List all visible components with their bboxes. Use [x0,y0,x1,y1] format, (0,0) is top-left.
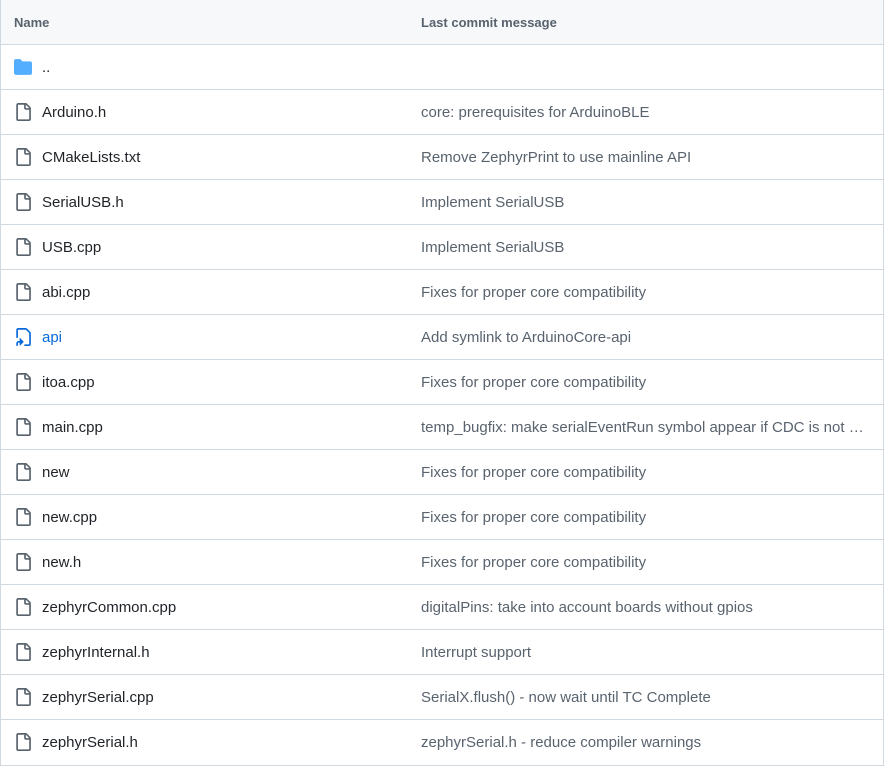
file-icon [14,688,32,706]
file-icon [14,373,32,391]
table-header: Name Last commit message [1,0,883,45]
commit-message-link[interactable]: Fixes for proper core compatibility [421,509,866,526]
file-row[interactable]: zephyrSerial.cpp SerialX.flush() - now wa… [1,675,883,720]
file-name-link[interactable]: zephyrSerial.h [42,734,138,751]
commit-message-link[interactable]: Implement SerialUSB [421,239,866,256]
file-name-link[interactable]: Arduino.h [42,104,106,121]
commit-message-link[interactable]: Interrupt support [421,644,866,661]
commit-message-link[interactable]: SerialX.flush() - now wait until TC Comp… [421,689,866,706]
file-row[interactable]: Arduino.h core: prerequisites for Arduino… [1,90,883,135]
commit-message-link[interactable]: Fixes for proper core compatibility [421,284,866,301]
file-row[interactable]: CMakeLists.txt Remove ZephyrPrint to use … [1,135,883,180]
parent-directory-row[interactable]: .. [1,45,883,90]
file-row[interactable]: zephyrCommon.cpp digitalPins: take into a… [1,585,883,630]
commit-message-link[interactable]: zephyrSerial.h - reduce compiler warning… [421,734,866,751]
file-icon [14,103,32,121]
commit-message-link[interactable]: Implement SerialUSB [421,194,866,211]
file-name-link[interactable]: CMakeLists.txt [42,149,140,166]
file-row[interactable]: main.cpp temp_bugfix: make serialEventRun… [1,405,883,450]
file-name-link[interactable]: USB.cpp [42,239,101,256]
commit-message-link[interactable]: Add symlink to ArduinoCore-api [421,329,866,346]
file-name-link[interactable]: zephyrCommon.cpp [42,599,176,616]
file-name-link[interactable]: api [42,329,62,346]
file-row[interactable]: itoa.cpp Fixes for proper core compatibil… [1,360,883,405]
file-row[interactable]: zephyrSerial.h zephyrSerial.h - reduce co… [1,720,883,765]
file-icon [14,463,32,481]
file-row[interactable]: zephyrInternal.h Interrupt support [1,630,883,675]
commit-message-link[interactable]: Fixes for proper core compatibility [421,554,866,571]
file-row[interactable]: new.h Fixes for proper core compatibility [1,540,883,585]
file-icon [14,283,32,301]
commit-message-link[interactable]: Fixes for proper core compatibility [421,374,866,391]
file-icon [14,508,32,526]
commit-message-link[interactable]: Remove ZephyrPrint to use mainline API [421,149,866,166]
file-name-link[interactable]: new.cpp [42,509,97,526]
commit-message-link[interactable]: Fixes for proper core compatibility [421,464,866,481]
folder-icon [14,58,32,76]
name-column-header: Name [14,15,50,30]
file-name-link[interactable]: zephyrSerial.cpp [42,689,154,706]
commit-message-column-header: Last commit message [421,15,557,30]
file-name-link[interactable]: zephyrInternal.h [42,644,150,661]
symlink-icon [14,328,32,346]
file-icon [14,553,32,571]
file-icon [14,238,32,256]
file-row[interactable]: new.cpp Fixes for proper core compatibili… [1,495,883,540]
file-icon [14,193,32,211]
file-row[interactable]: SerialUSB.h Implement SerialUSB [1,180,883,225]
file-icon [14,148,32,166]
file-icon [14,418,32,436]
commit-message-link[interactable]: core: prerequisites for ArduinoBLE [421,104,866,121]
file-row[interactable]: api Add symlink to ArduinoCore-api [1,315,883,360]
file-table: Name Last commit message .. Arduino.h cor… [0,0,884,766]
file-name-link[interactable]: abi.cpp [42,284,90,301]
file-icon [14,643,32,661]
file-row[interactable]: new Fixes for proper core compatibility [1,450,883,495]
file-row[interactable]: abi.cpp Fixes for proper core compatibili… [1,270,883,315]
file-name-link[interactable]: main.cpp [42,419,103,436]
commit-message-link[interactable]: temp_bugfix: make serialEventRun symbol … [421,419,866,436]
commit-message-link[interactable]: digitalPins: take into account boards wi… [421,599,866,616]
file-icon [14,598,32,616]
file-icon [14,733,32,751]
parent-directory-link[interactable]: .. [42,59,50,76]
file-name-link[interactable]: new [42,464,70,481]
file-name-link[interactable]: itoa.cpp [42,374,95,391]
file-name-link[interactable]: new.h [42,554,81,571]
file-name-link[interactable]: SerialUSB.h [42,194,124,211]
file-row[interactable]: USB.cpp Implement SerialUSB [1,225,883,270]
